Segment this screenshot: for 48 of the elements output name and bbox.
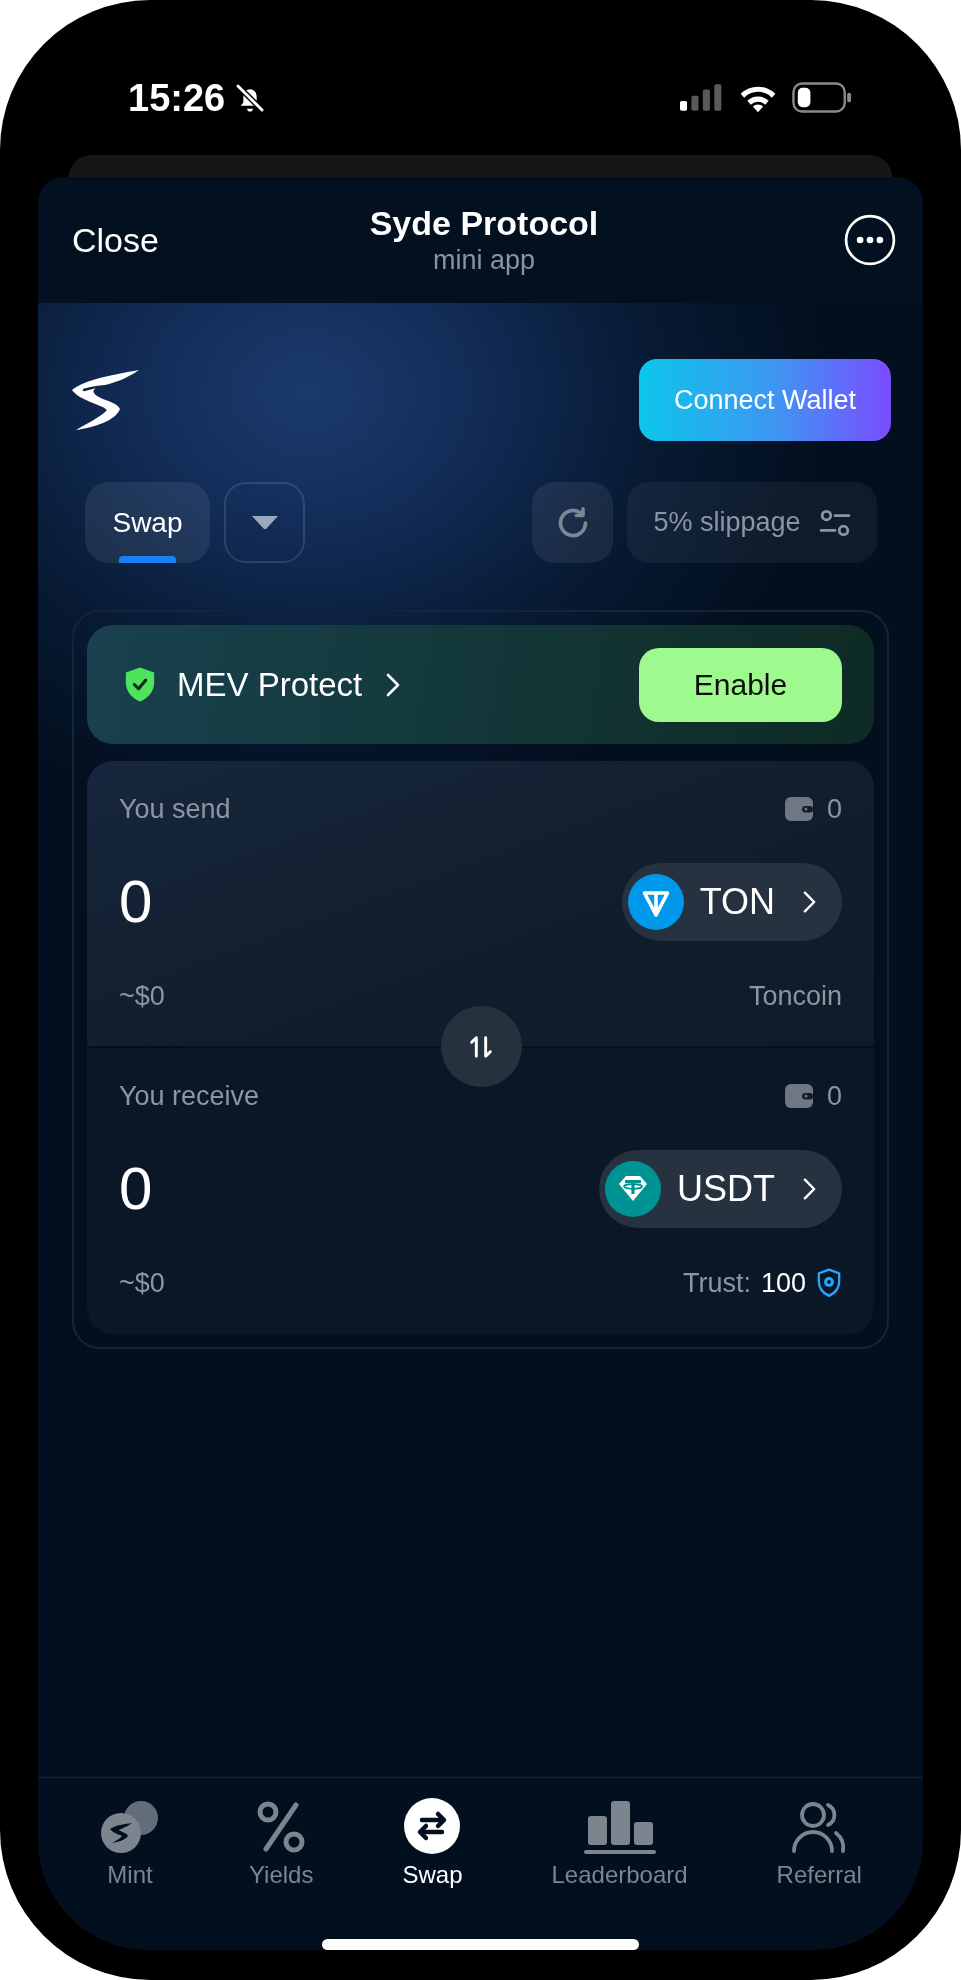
token-select-button[interactable]: USDT	[599, 1150, 842, 1228]
podium-icon	[582, 1798, 657, 1854]
signal-icon	[680, 84, 724, 111]
slippage-button[interactable]: 5% slippage	[627, 482, 877, 563]
battery-icon	[792, 82, 852, 113]
enable-button[interactable]: Enable	[639, 647, 842, 722]
app-subtitle: mini app	[431, 244, 536, 277]
token-name: Toncoin	[748, 979, 842, 1013]
amount-field[interactable]: 0	[119, 862, 439, 942]
swap-arrows-icon	[404, 1798, 461, 1854]
chevron-right-icon	[386, 672, 401, 697]
balance-value: 0	[826, 792, 842, 826]
dropdown-button[interactable]	[224, 482, 305, 563]
balance-value: 0	[826, 1079, 842, 1113]
logo-icon	[70, 370, 140, 430]
refresh-button[interactable]	[532, 482, 613, 563]
nav-tab[interactable]: Swap	[402, 1796, 463, 1889]
trust-label: Trust:	[682, 1266, 751, 1300]
trust-shield-icon	[816, 1268, 842, 1298]
more-icon[interactable]	[844, 214, 896, 266]
amount-field[interactable]: 0	[119, 1149, 439, 1229]
status-time: 15:26	[128, 78, 226, 117]
wallet-icon	[784, 1084, 813, 1108]
nav-tab[interactable]: Referral	[776, 1796, 862, 1889]
chevron-right-icon	[803, 1177, 816, 1201]
receive-label: You receive	[119, 1079, 260, 1113]
swap-tab[interactable]: Swap	[85, 482, 210, 563]
nav-tab[interactable]: Mint	[100, 1796, 160, 1889]
nav-tab[interactable]: Leaderboard	[551, 1796, 688, 1889]
mev-protect-link[interactable]: MEV Protect	[123, 659, 401, 710]
diamond-coin-icon	[627, 874, 684, 930]
connect-wallet-button[interactable]: Connect Wallet	[639, 359, 891, 441]
coins-icon	[100, 1800, 160, 1854]
usd-value: ~$0	[119, 979, 165, 1013]
caret-down-icon	[250, 515, 279, 530]
chevron-right-icon	[803, 890, 816, 914]
tether-coin-icon	[605, 1161, 661, 1217]
nav-tab[interactable]: Yields	[249, 1796, 314, 1889]
send-label: You send	[119, 792, 231, 826]
percent-icon	[256, 1800, 307, 1854]
app-title: Syde Protocol	[369, 203, 599, 245]
usd-value: ~$0	[119, 1266, 165, 1300]
token-select-button[interactable]: TON	[621, 863, 842, 941]
shield-check-icon	[123, 666, 157, 703]
trust-value: 100	[760, 1266, 806, 1300]
users-icon	[791, 1800, 848, 1854]
close-link[interactable]: Close	[72, 219, 159, 261]
wallet-icon	[784, 797, 813, 821]
